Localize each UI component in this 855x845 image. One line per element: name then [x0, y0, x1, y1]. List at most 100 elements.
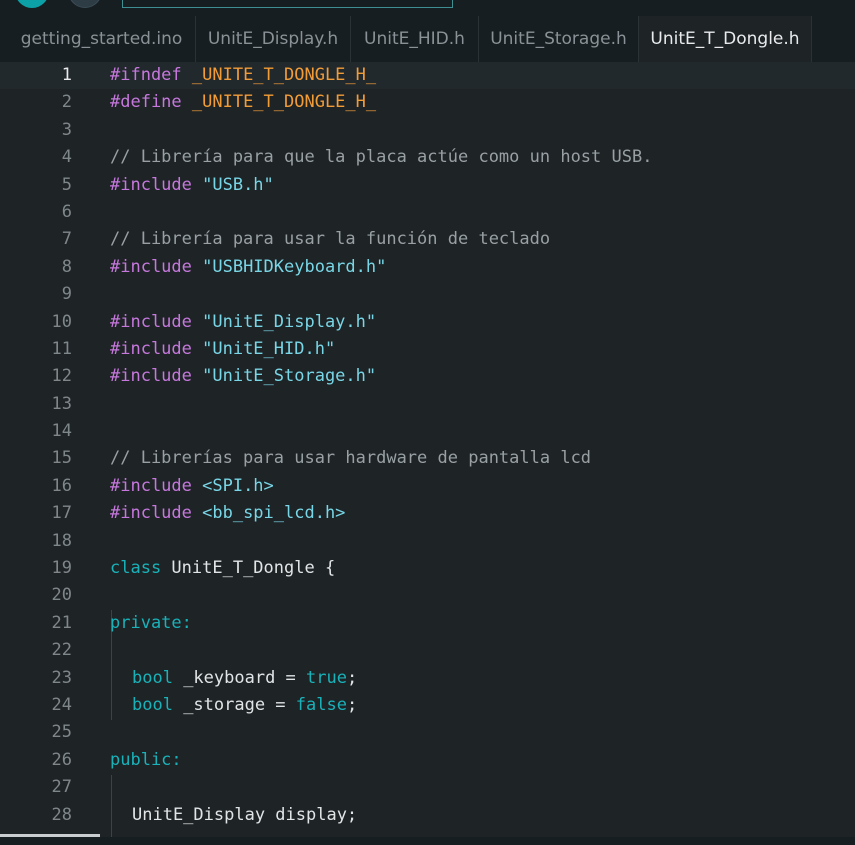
line-number-gutter: 1 2 3 4 5 6 7 8 9 10 11 12 13 14 15 16 17 18 19 20 21 22 23 24 2… [0, 62, 90, 829]
line-number: 3 [61, 119, 72, 140]
tab-unite-t-dongle[interactable]: UnitE_T_Dongle.h [639, 16, 812, 62]
tab-unite-hid[interactable]: UnitE_HID.h [351, 16, 479, 62]
line-number: 23 [51, 667, 72, 688]
code-token: #ifndef [110, 65, 192, 85]
code-line[interactable]: bool _keyboard = true; [110, 665, 850, 692]
code-token: ; [346, 667, 358, 688]
code-token: class [110, 558, 172, 579]
code-token: _UNITE_T_DONGLE_H_ [191, 65, 377, 85]
code-line[interactable] [110, 774, 850, 801]
line-number: 2 [61, 92, 72, 113]
line-number: 27 [51, 777, 72, 798]
verify-button[interactable] [15, 0, 49, 8]
code-line[interactable] [110, 391, 850, 418]
code-line[interactable] [110, 637, 850, 664]
code-token: <bb_spi_lcd.h> [202, 503, 346, 524]
code-line[interactable] [110, 199, 850, 226]
code-line[interactable] [110, 582, 850, 609]
line-number: 5 [61, 174, 72, 195]
line-number: 16 [51, 475, 72, 496]
code-token: #define [110, 92, 192, 113]
code-line[interactable]: bool _storage = false; [110, 692, 850, 719]
line-number: 8 [61, 256, 72, 277]
code-line[interactable]: UnitE_Display display; [110, 802, 850, 829]
line-number: 9 [61, 284, 72, 305]
line-number: 6 [61, 201, 72, 222]
code-line[interactable]: #ifndef _UNITE_T_DONGLE_H_ [110, 62, 850, 89]
code-token: bool [132, 694, 184, 715]
code-token: #include [110, 174, 203, 195]
line-number: 18 [51, 530, 72, 551]
code-token: "UnitE_Storage.h" [202, 366, 377, 387]
code-token: "USBHIDKeyboard.h" [202, 256, 387, 277]
code-line[interactable]: #include "UnitE_Storage.h" [110, 363, 850, 390]
code-token: UnitE_T_Dongle { [171, 558, 336, 579]
line-number: 26 [51, 749, 72, 770]
code-token: #include [110, 338, 203, 359]
line-number: 11 [51, 338, 72, 359]
code-line[interactable]: public: [110, 747, 850, 774]
code-line[interactable]: #include "USBHIDKeyboard.h" [110, 254, 850, 281]
code-line[interactable]: #include "USB.h" [110, 172, 850, 199]
code-line[interactable]: #define _UNITE_T_DONGLE_H_ [110, 89, 850, 116]
code-token: false [295, 694, 347, 715]
code-line[interactable]: // Librería para que la placa actúe como… [110, 144, 850, 171]
code-line[interactable] [110, 719, 850, 746]
code-token: "USB.h" [202, 174, 274, 195]
code-token: // Librería para que la placa actúe como… [110, 147, 653, 168]
code-token: bool [132, 667, 184, 688]
code-token: private: [110, 612, 192, 633]
code-content[interactable]: #ifndef _UNITE_T_DONGLE_H_ #define _UNITE… [110, 62, 850, 829]
line-number: 12 [51, 366, 72, 387]
code-line[interactable]: private: [110, 610, 850, 637]
line-number: 20 [51, 585, 72, 606]
line-number: 17 [51, 503, 72, 524]
code-line[interactable] [110, 418, 850, 445]
code-line[interactable] [110, 281, 850, 308]
code-line[interactable]: #include "UnitE_HID.h" [110, 336, 850, 363]
code-token: true [306, 667, 347, 688]
tab-unite-storage[interactable]: UnitE_Storage.h [479, 16, 639, 62]
code-token: _UNITE_T_DONGLE_H_ [191, 92, 377, 113]
line-number: 25 [51, 722, 72, 743]
code-line[interactable]: #include <SPI.h> [110, 473, 850, 500]
code-token: #include [110, 311, 203, 332]
code-token: #include [110, 366, 203, 387]
line-number: 14 [51, 421, 72, 442]
code-line[interactable] [110, 528, 850, 555]
code-line[interactable] [110, 117, 850, 144]
file-tab-bar: getting_started.ino UnitE_Display.h Unit… [0, 14, 855, 62]
code-token: _keyboard = [183, 667, 307, 688]
line-number: 19 [51, 558, 72, 579]
code-token: <SPI.h> [202, 475, 274, 496]
status-strip [0, 837, 855, 845]
code-token: UnitE_Display display; [132, 804, 358, 825]
line-number: 7 [61, 229, 72, 250]
code-token: // Librerías para usar hardware de panta… [110, 448, 592, 469]
line-number: 24 [51, 694, 72, 715]
code-line[interactable]: class UnitE_T_Dongle { [110, 555, 850, 582]
line-number: 13 [51, 393, 72, 414]
tab-getting-started[interactable]: getting_started.ino [8, 16, 196, 62]
code-token: public: [110, 749, 182, 770]
horizontal-scrollbar[interactable] [0, 834, 100, 837]
code-line[interactable]: // Librería para usar la función de tecl… [110, 226, 850, 253]
code-token: _storage = [183, 694, 296, 715]
code-line[interactable]: // Librerías para usar hardware de panta… [110, 445, 850, 472]
ide-window: getting_started.ino UnitE_Display.h Unit… [0, 0, 855, 845]
line-number: 4 [61, 147, 72, 168]
line-number: 10 [51, 311, 72, 332]
debug-button[interactable] [68, 0, 102, 8]
code-token: #include [110, 475, 203, 496]
code-editor[interactable]: 1 2 3 4 5 6 7 8 9 10 11 12 13 14 15 16 17 18 19 20 21 22 23 24 2… [0, 62, 855, 837]
board-selector[interactable] [122, 0, 453, 8]
code-token: #include [110, 256, 203, 277]
code-line[interactable]: #include <bb_spi_lcd.h> [110, 500, 850, 527]
code-token: // Librería para usar la función de tecl… [110, 229, 551, 250]
toolbar [0, 0, 855, 14]
code-token: "UnitE_HID.h" [202, 338, 336, 359]
line-number: 22 [51, 640, 72, 661]
tab-unite-display[interactable]: UnitE_Display.h [196, 16, 351, 62]
code-token: "UnitE_Display.h" [202, 311, 377, 332]
code-line[interactable]: #include "UnitE_Display.h" [110, 309, 850, 336]
